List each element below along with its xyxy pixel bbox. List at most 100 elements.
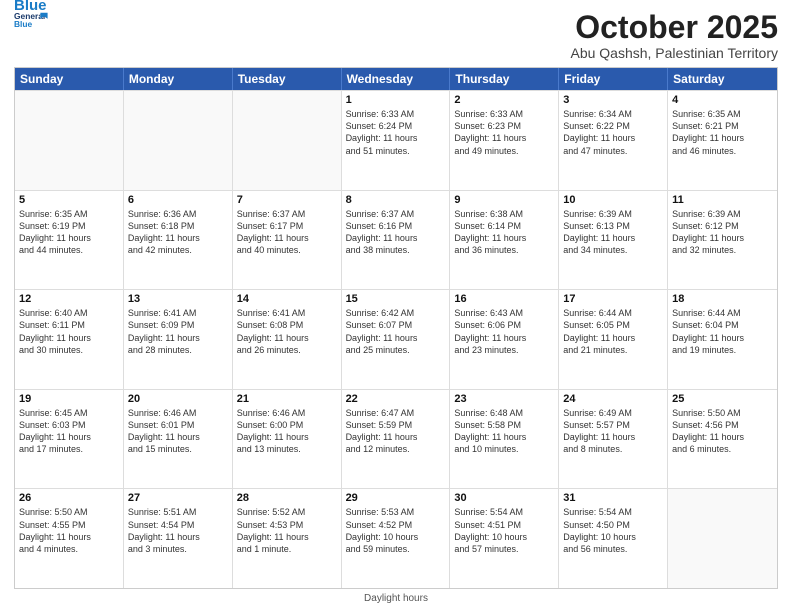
- footer-note: Daylight hours: [14, 593, 778, 604]
- cell-info: Sunrise: 6:46 AM Sunset: 6:00 PM Dayligh…: [237, 407, 337, 456]
- logo-line2: Blue: [14, 0, 70, 14]
- calendar-cell-day-12: 12 Sunrise: 6:40 AM Sunset: 6:11 PM Dayli…: [15, 290, 124, 389]
- calendar-row-2: 12 Sunrise: 6:40 AM Sunset: 6:11 PM Dayli…: [15, 289, 777, 389]
- calendar-cell-day-30: 30 Sunrise: 5:54 AM Sunset: 4:51 PM Dayli…: [450, 489, 559, 588]
- calendar-header: SundayMondayTuesdayWednesdayThursdayFrid…: [15, 68, 777, 90]
- calendar-cell-day-29: 29 Sunrise: 5:53 AM Sunset: 4:52 PM Dayli…: [342, 489, 451, 588]
- cell-info: Sunrise: 6:43 AM Sunset: 6:06 PM Dayligh…: [454, 307, 554, 356]
- cell-info: Sunrise: 6:45 AM Sunset: 6:03 PM Dayligh…: [19, 407, 119, 456]
- day-number: 1: [346, 94, 446, 106]
- calendar-row-4: 26 Sunrise: 5:50 AM Sunset: 4:55 PM Dayli…: [15, 488, 777, 588]
- day-number: 21: [237, 393, 337, 405]
- day-number: 3: [563, 94, 663, 106]
- day-number: 27: [128, 492, 228, 504]
- cell-info: Sunrise: 6:37 AM Sunset: 6:16 PM Dayligh…: [346, 208, 446, 257]
- calendar-cell-day-9: 9 Sunrise: 6:38 AM Sunset: 6:14 PM Daylig…: [450, 191, 559, 290]
- day-number: 24: [563, 393, 663, 405]
- calendar-cell-day-18: 18 Sunrise: 6:44 AM Sunset: 6:04 PM Dayli…: [668, 290, 777, 389]
- cell-info: Sunrise: 6:44 AM Sunset: 6:04 PM Dayligh…: [672, 307, 773, 356]
- day-number: 26: [19, 492, 119, 504]
- calendar: SundayMondayTuesdayWednesdayThursdayFrid…: [14, 67, 778, 589]
- cell-info: Sunrise: 6:48 AM Sunset: 5:58 PM Dayligh…: [454, 407, 554, 456]
- calendar-cell-day-3: 3Sunrise: 6:34 AM Sunset: 6:22 PM Daylig…: [559, 91, 668, 190]
- day-number: 18: [672, 293, 773, 305]
- calendar-cell-day-7: 7 Sunrise: 6:37 AM Sunset: 6:17 PM Daylig…: [233, 191, 342, 290]
- day-number: 30: [454, 492, 554, 504]
- cell-info: Sunrise: 6:38 AM Sunset: 6:14 PM Dayligh…: [454, 208, 554, 257]
- day-number: 19: [19, 393, 119, 405]
- cell-info: Sunrise: 6:39 AM Sunset: 6:13 PM Dayligh…: [563, 208, 663, 257]
- calendar-cell-day-26: 26 Sunrise: 5:50 AM Sunset: 4:55 PM Dayli…: [15, 489, 124, 588]
- calendar-cell-day-25: 25 Sunrise: 5:50 AM Sunset: 4:56 PM Dayli…: [668, 390, 777, 489]
- logo-triangle-icon: [72, 0, 94, 3]
- header-day-wednesday: Wednesday: [342, 68, 451, 90]
- svg-text:Blue: Blue: [14, 19, 33, 29]
- calendar-cell-day-17: 17Sunrise: 6:44 AM Sunset: 6:05 PM Dayli…: [559, 290, 668, 389]
- calendar-cell-day-14: 14Sunrise: 6:41 AM Sunset: 6:08 PM Dayli…: [233, 290, 342, 389]
- calendar-cell-day-10: 10 Sunrise: 6:39 AM Sunset: 6:13 PM Dayli…: [559, 191, 668, 290]
- calendar-body: 1Sunrise: 6:33 AM Sunset: 6:24 PM Daylig…: [15, 90, 777, 588]
- day-number: 12: [19, 293, 119, 305]
- cell-info: Sunrise: 6:46 AM Sunset: 6:01 PM Dayligh…: [128, 407, 228, 456]
- calendar-cell-day-20: 20Sunrise: 6:46 AM Sunset: 6:01 PM Dayli…: [124, 390, 233, 489]
- day-number: 28: [237, 492, 337, 504]
- day-number: 8: [346, 194, 446, 206]
- cell-info: Sunrise: 6:40 AM Sunset: 6:11 PM Dayligh…: [19, 307, 119, 356]
- calendar-cell-day-31: 31Sunrise: 5:54 AM Sunset: 4:50 PM Dayli…: [559, 489, 668, 588]
- day-number: 6: [128, 194, 228, 206]
- day-number: 9: [454, 194, 554, 206]
- day-number: 22: [346, 393, 446, 405]
- header-day-tuesday: Tuesday: [233, 68, 342, 90]
- calendar-cell-day-4: 4Sunrise: 6:35 AM Sunset: 6:21 PM Daylig…: [668, 91, 777, 190]
- cell-info: Sunrise: 5:54 AM Sunset: 4:51 PM Dayligh…: [454, 506, 554, 555]
- logo: General Blue General Blue: [14, 10, 94, 14]
- calendar-cell-day-27: 27 Sunrise: 5:51 AM Sunset: 4:54 PM Dayli…: [124, 489, 233, 588]
- calendar-cell-day-19: 19 Sunrise: 6:45 AM Sunset: 6:03 PM Dayli…: [15, 390, 124, 489]
- calendar-row-1: 5 Sunrise: 6:35 AM Sunset: 6:19 PM Daylig…: [15, 190, 777, 290]
- day-number: 5: [19, 194, 119, 206]
- title-block: October 2025 Abu Qashsh, Palestinian Ter…: [570, 10, 778, 61]
- cell-info: Sunrise: 6:49 AM Sunset: 5:57 PM Dayligh…: [563, 407, 663, 456]
- day-number: 29: [346, 492, 446, 504]
- day-number: 14: [237, 293, 337, 305]
- day-number: 25: [672, 393, 773, 405]
- cell-info: Sunrise: 6:37 AM Sunset: 6:17 PM Dayligh…: [237, 208, 337, 257]
- cell-info: Sunrise: 5:52 AM Sunset: 4:53 PM Dayligh…: [237, 506, 337, 555]
- day-number: 2: [454, 94, 554, 106]
- day-number: 10: [563, 194, 663, 206]
- calendar-cell-day-5: 5 Sunrise: 6:35 AM Sunset: 6:19 PM Daylig…: [15, 191, 124, 290]
- day-number: 13: [128, 293, 228, 305]
- cell-info: Sunrise: 6:35 AM Sunset: 6:19 PM Dayligh…: [19, 208, 119, 257]
- header-day-monday: Monday: [124, 68, 233, 90]
- calendar-cell-day-15: 15Sunrise: 6:42 AM Sunset: 6:07 PM Dayli…: [342, 290, 451, 389]
- calendar-cell-empty-0-0: [15, 91, 124, 190]
- cell-info: Sunrise: 6:42 AM Sunset: 6:07 PM Dayligh…: [346, 307, 446, 356]
- cell-info: Sunrise: 6:47 AM Sunset: 5:59 PM Dayligh…: [346, 407, 446, 456]
- cell-info: Sunrise: 5:51 AM Sunset: 4:54 PM Dayligh…: [128, 506, 228, 555]
- calendar-row-0: 1Sunrise: 6:33 AM Sunset: 6:24 PM Daylig…: [15, 90, 777, 190]
- calendar-cell-day-24: 24 Sunrise: 6:49 AM Sunset: 5:57 PM Dayli…: [559, 390, 668, 489]
- month-title: October 2025: [570, 10, 778, 45]
- calendar-cell-day-6: 6Sunrise: 6:36 AM Sunset: 6:18 PM Daylig…: [124, 191, 233, 290]
- calendar-cell-day-13: 13 Sunrise: 6:41 AM Sunset: 6:09 PM Dayli…: [124, 290, 233, 389]
- day-number: 7: [237, 194, 337, 206]
- day-number: 23: [454, 393, 554, 405]
- day-number: 17: [563, 293, 663, 305]
- calendar-cell-day-23: 23 Sunrise: 6:48 AM Sunset: 5:58 PM Dayli…: [450, 390, 559, 489]
- location: Abu Qashsh, Palestinian Territory: [570, 45, 778, 61]
- cell-info: Sunrise: 5:50 AM Sunset: 4:56 PM Dayligh…: [672, 407, 773, 456]
- header-day-thursday: Thursday: [450, 68, 559, 90]
- header: General Blue General Blue October 2025 A…: [14, 10, 778, 61]
- day-number: 11: [672, 194, 773, 206]
- calendar-cell-day-21: 21 Sunrise: 6:46 AM Sunset: 6:00 PM Dayli…: [233, 390, 342, 489]
- calendar-cell-empty-0-2: [233, 91, 342, 190]
- cell-info: Sunrise: 6:41 AM Sunset: 6:09 PM Dayligh…: [128, 307, 228, 356]
- calendar-row-3: 19 Sunrise: 6:45 AM Sunset: 6:03 PM Dayli…: [15, 389, 777, 489]
- cell-info: Sunrise: 5:53 AM Sunset: 4:52 PM Dayligh…: [346, 506, 446, 555]
- calendar-cell-day-2: 2Sunrise: 6:33 AM Sunset: 6:23 PM Daylig…: [450, 91, 559, 190]
- cell-info: Sunrise: 5:50 AM Sunset: 4:55 PM Dayligh…: [19, 506, 119, 555]
- header-day-friday: Friday: [559, 68, 668, 90]
- calendar-cell-day-16: 16Sunrise: 6:43 AM Sunset: 6:06 PM Dayli…: [450, 290, 559, 389]
- calendar-cell-day-28: 28 Sunrise: 5:52 AM Sunset: 4:53 PM Dayli…: [233, 489, 342, 588]
- cell-info: Sunrise: 6:35 AM Sunset: 6:21 PM Dayligh…: [672, 108, 773, 157]
